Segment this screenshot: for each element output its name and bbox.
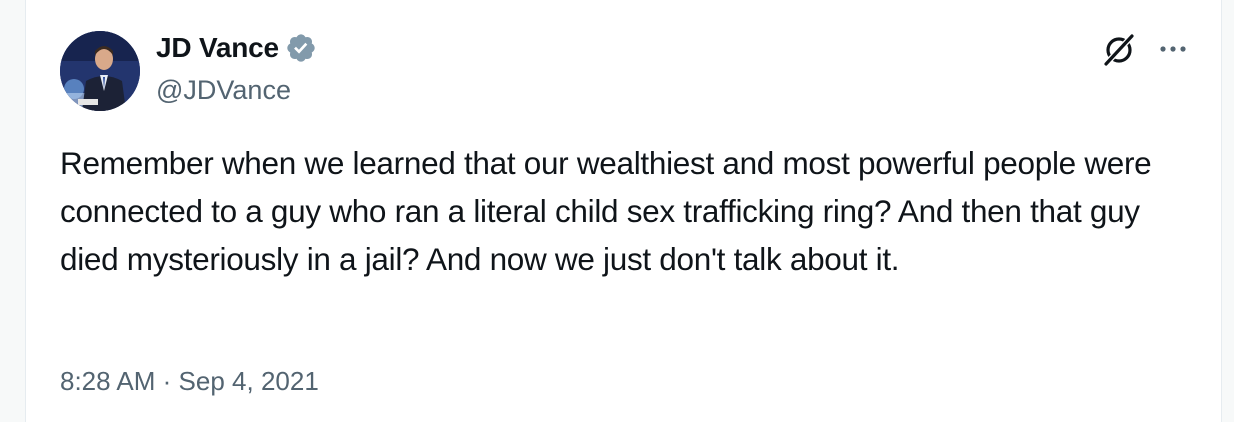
more-options-icon[interactable] [1157,37,1189,61]
tweet-timestamp: 8:28 AM · Sep 4, 2021 [60,366,319,397]
author-display-name[interactable]: JD Vance [156,32,279,64]
author-handle[interactable]: @JDVance [156,75,291,106]
tweet-card: JD Vance @JDVance Remember when we learn… [25,0,1222,422]
meta-separator: · [162,366,172,396]
grok-icon[interactable] [1101,32,1137,68]
tweet-time[interactable]: 8:28 AM [60,366,155,396]
tweet-date[interactable]: Sep 4, 2021 [179,366,319,396]
avatar-image [60,31,140,111]
tweet-text: Remember when we learned that our wealth… [60,145,1152,277]
author-name-row: JD Vance [156,32,317,64]
verified-badge-icon [287,34,315,62]
avatar[interactable] [60,31,140,111]
